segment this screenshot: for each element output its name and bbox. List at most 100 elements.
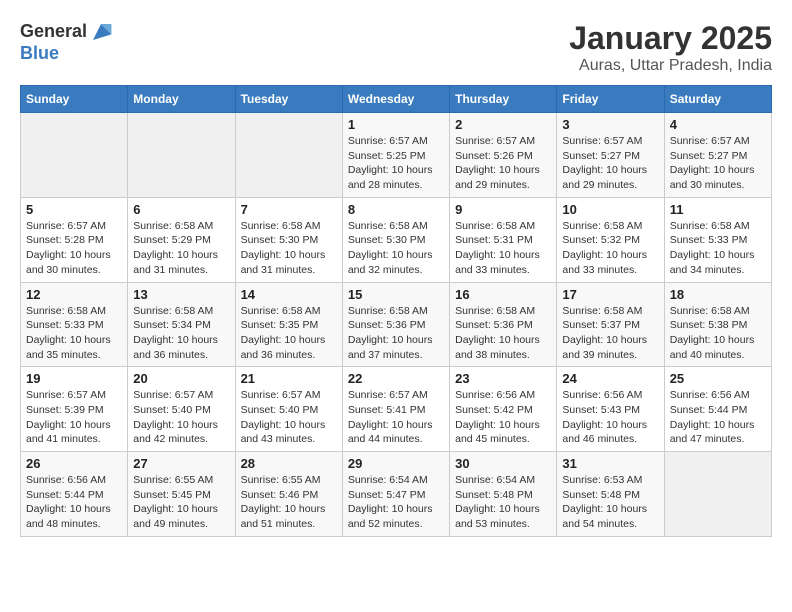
day-number: 6 [133, 202, 229, 217]
day-number: 16 [455, 287, 551, 302]
day-info: Sunrise: 6:58 AM Sunset: 5:33 PM Dayligh… [670, 219, 766, 278]
day-info: Sunrise: 6:58 AM Sunset: 5:35 PM Dayligh… [241, 304, 337, 363]
day-number: 19 [26, 371, 122, 386]
calendar-day-31: 31Sunrise: 6:53 AM Sunset: 5:48 PM Dayli… [557, 452, 664, 537]
day-number: 27 [133, 456, 229, 471]
day-info: Sunrise: 6:55 AM Sunset: 5:45 PM Dayligh… [133, 473, 229, 532]
calendar-day-6: 6Sunrise: 6:58 AM Sunset: 5:29 PM Daylig… [128, 197, 235, 282]
calendar-day-20: 20Sunrise: 6:57 AM Sunset: 5:40 PM Dayli… [128, 367, 235, 452]
calendar-day-2: 2 Sunrise: 6:57 AM Sunset: 5:26 PM Daylig… [450, 113, 557, 198]
day-info: Sunrise: 6:58 AM Sunset: 5:38 PM Dayligh… [670, 304, 766, 363]
calendar-day-26: 26Sunrise: 6:56 AM Sunset: 5:44 PM Dayli… [21, 452, 128, 537]
calendar-day-19: 19 Sunrise: 6:57 AM Sunset: 5:39 PM Dayli… [21, 367, 128, 452]
day-number: 11 [670, 202, 766, 217]
day-info: Sunrise: 6:58 AM Sunset: 5:31 PM Dayligh… [455, 219, 551, 278]
day-info: Sunrise: 6:55 AM Sunset: 5:46 PM Dayligh… [241, 473, 337, 532]
location-subtitle: Auras, Uttar Pradesh, India [569, 57, 772, 75]
day-number: 18 [670, 287, 766, 302]
month-title: January 2025 [569, 20, 772, 57]
day-number: 15 [348, 287, 444, 302]
day-info: Sunrise: 6:57 AM Sunset: 5:40 PM Dayligh… [241, 388, 337, 447]
day-info: Sunrise: 6:57 AM Sunset: 5:26 PM Dayligh… [455, 134, 551, 193]
weekday-header-saturday: Saturday [664, 86, 771, 113]
day-info: Sunrise: 6:54 AM Sunset: 5:48 PM Dayligh… [455, 473, 551, 532]
calendar-day-23: 23 Sunrise: 6:56 AM Sunset: 5:42 PM Dayli… [450, 367, 557, 452]
calendar-day-14: 14 Sunrise: 6:58 AM Sunset: 5:35 PM Dayli… [235, 282, 342, 367]
day-number: 23 [455, 371, 551, 386]
day-number: 29 [348, 456, 444, 471]
day-info: Sunrise: 6:58 AM Sunset: 5:33 PM Dayligh… [26, 304, 122, 363]
day-number: 9 [455, 202, 551, 217]
calendar-empty-cell [21, 113, 128, 198]
day-number: 22 [348, 371, 444, 386]
calendar-day-30: 30 Sunrise: 6:54 AM Sunset: 5:48 PM Dayli… [450, 452, 557, 537]
calendar-week-row: 5Sunrise: 6:57 AM Sunset: 5:28 PM Daylig… [21, 197, 772, 282]
calendar-day-22: 22 Sunrise: 6:57 AM Sunset: 5:41 PM Dayli… [342, 367, 449, 452]
calendar-day-9: 9 Sunrise: 6:58 AM Sunset: 5:31 PM Daylig… [450, 197, 557, 282]
day-number: 26 [26, 456, 122, 471]
day-number: 12 [26, 287, 122, 302]
calendar-day-28: 28 Sunrise: 6:55 AM Sunset: 5:46 PM Dayli… [235, 452, 342, 537]
day-info: Sunrise: 6:57 AM Sunset: 5:28 PM Dayligh… [26, 219, 122, 278]
day-number: 2 [455, 117, 551, 132]
day-info: Sunrise: 6:57 AM Sunset: 5:25 PM Dayligh… [348, 134, 444, 193]
day-info: Sunrise: 6:57 AM Sunset: 5:27 PM Dayligh… [670, 134, 766, 193]
calendar-table: SundayMondayTuesdayWednesdayThursdayFrid… [20, 85, 772, 537]
logo-icon [89, 20, 113, 44]
calendar-day-7: 7Sunrise: 6:58 AM Sunset: 5:30 PM Daylig… [235, 197, 342, 282]
day-number: 21 [241, 371, 337, 386]
day-info: Sunrise: 6:58 AM Sunset: 5:30 PM Dayligh… [348, 219, 444, 278]
day-number: 28 [241, 456, 337, 471]
day-number: 25 [670, 371, 766, 386]
calendar-day-13: 13 Sunrise: 6:58 AM Sunset: 5:34 PM Dayli… [128, 282, 235, 367]
weekday-header-friday: Friday [557, 86, 664, 113]
weekday-header-thursday: Thursday [450, 86, 557, 113]
day-number: 8 [348, 202, 444, 217]
calendar-day-18: 18 Sunrise: 6:58 AM Sunset: 5:38 PM Dayli… [664, 282, 771, 367]
calendar-day-11: 11 Sunrise: 6:58 AM Sunset: 5:33 PM Dayli… [664, 197, 771, 282]
day-info: Sunrise: 6:56 AM Sunset: 5:44 PM Dayligh… [670, 388, 766, 447]
day-info: Sunrise: 6:57 AM Sunset: 5:39 PM Dayligh… [26, 388, 122, 447]
calendar-week-row: 26Sunrise: 6:56 AM Sunset: 5:44 PM Dayli… [21, 452, 772, 537]
day-number: 13 [133, 287, 229, 302]
calendar-day-16: 16Sunrise: 6:58 AM Sunset: 5:36 PM Dayli… [450, 282, 557, 367]
weekday-header-wednesday: Wednesday [342, 86, 449, 113]
day-number: 1 [348, 117, 444, 132]
day-info: Sunrise: 6:58 AM Sunset: 5:34 PM Dayligh… [133, 304, 229, 363]
day-info: Sunrise: 6:54 AM Sunset: 5:47 PM Dayligh… [348, 473, 444, 532]
title-block: January 2025 Auras, Uttar Pradesh, India [569, 20, 772, 75]
day-info: Sunrise: 6:56 AM Sunset: 5:42 PM Dayligh… [455, 388, 551, 447]
day-number: 4 [670, 117, 766, 132]
calendar-empty-cell [664, 452, 771, 537]
day-info: Sunrise: 6:56 AM Sunset: 5:43 PM Dayligh… [562, 388, 658, 447]
weekday-header-row: SundayMondayTuesdayWednesdayThursdayFrid… [21, 86, 772, 113]
day-number: 14 [241, 287, 337, 302]
calendar-day-5: 5Sunrise: 6:57 AM Sunset: 5:28 PM Daylig… [21, 197, 128, 282]
day-info: Sunrise: 6:57 AM Sunset: 5:27 PM Dayligh… [562, 134, 658, 193]
weekday-header-monday: Monday [128, 86, 235, 113]
day-info: Sunrise: 6:58 AM Sunset: 5:32 PM Dayligh… [562, 219, 658, 278]
logo-text-general: General [20, 22, 87, 42]
calendar-day-24: 24Sunrise: 6:56 AM Sunset: 5:43 PM Dayli… [557, 367, 664, 452]
day-number: 30 [455, 456, 551, 471]
calendar-day-8: 8 Sunrise: 6:58 AM Sunset: 5:30 PM Daylig… [342, 197, 449, 282]
calendar-day-25: 25 Sunrise: 6:56 AM Sunset: 5:44 PM Dayli… [664, 367, 771, 452]
calendar-day-3: 3 Sunrise: 6:57 AM Sunset: 5:27 PM Daylig… [557, 113, 664, 198]
calendar-day-12: 12 Sunrise: 6:58 AM Sunset: 5:33 PM Dayli… [21, 282, 128, 367]
calendar-week-row: 12 Sunrise: 6:58 AM Sunset: 5:33 PM Dayli… [21, 282, 772, 367]
weekday-header-sunday: Sunday [21, 86, 128, 113]
logo-text-blue: Blue [20, 44, 113, 64]
day-number: 20 [133, 371, 229, 386]
day-info: Sunrise: 6:57 AM Sunset: 5:41 PM Dayligh… [348, 388, 444, 447]
calendar-week-row: 19 Sunrise: 6:57 AM Sunset: 5:39 PM Dayli… [21, 367, 772, 452]
day-info: Sunrise: 6:53 AM Sunset: 5:48 PM Dayligh… [562, 473, 658, 532]
calendar-day-10: 10 Sunrise: 6:58 AM Sunset: 5:32 PM Dayli… [557, 197, 664, 282]
calendar-empty-cell [128, 113, 235, 198]
day-number: 3 [562, 117, 658, 132]
day-number: 7 [241, 202, 337, 217]
calendar-day-27: 27 Sunrise: 6:55 AM Sunset: 5:45 PM Dayli… [128, 452, 235, 537]
calendar-day-17: 17Sunrise: 6:58 AM Sunset: 5:37 PM Dayli… [557, 282, 664, 367]
calendar-empty-cell [235, 113, 342, 198]
day-number: 10 [562, 202, 658, 217]
logo: General Blue [20, 20, 113, 64]
